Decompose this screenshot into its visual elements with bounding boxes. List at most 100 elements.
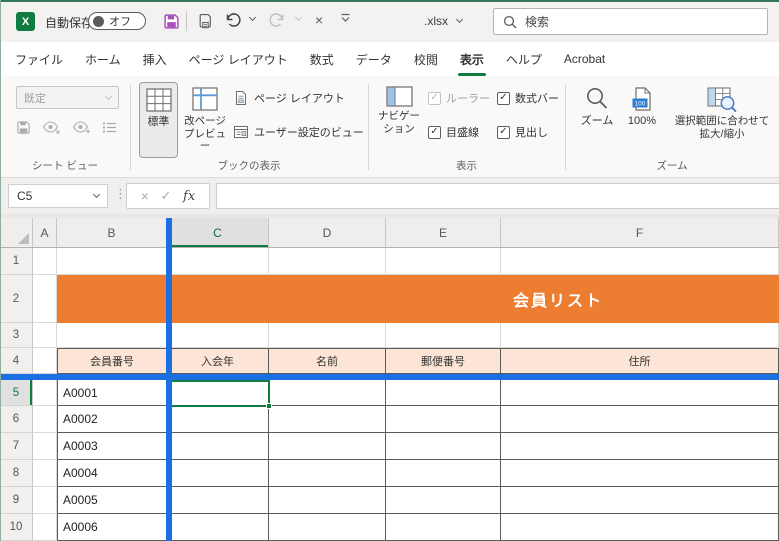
insert-function-button[interactable]: fx: [183, 189, 195, 204]
cell-b10[interactable]: A0006: [57, 514, 167, 541]
cell-f1[interactable]: [501, 248, 779, 275]
checkbox-ruler[interactable]: ✓ ルーラー: [428, 90, 490, 106]
cell-f3[interactable]: [501, 323, 779, 348]
save-button[interactable]: [160, 9, 182, 33]
cell-e3[interactable]: [386, 323, 501, 348]
cell-c6[interactable]: [167, 406, 269, 433]
cell-d9[interactable]: [269, 487, 386, 514]
navigation-button[interactable]: ナビゲー ション: [376, 82, 422, 158]
cell-d4[interactable]: 名前: [269, 348, 386, 374]
cell-d3[interactable]: [269, 323, 386, 348]
cell-c10[interactable]: [167, 514, 269, 541]
page-layout-view-button[interactable]: ページ レイアウト: [233, 90, 345, 106]
cell-b7[interactable]: A0003: [57, 433, 167, 460]
cell-a4[interactable]: [33, 348, 57, 374]
cell-f7[interactable]: [501, 433, 779, 460]
cell-c1[interactable]: [167, 248, 269, 275]
custom-views-button[interactable]: ユーザー設定のビュー: [233, 124, 364, 140]
select-all-corner[interactable]: [0, 218, 33, 247]
column-header-c[interactable]: C: [167, 218, 269, 247]
cell-a9[interactable]: [33, 487, 57, 514]
cell-b5[interactable]: A0001: [57, 380, 167, 406]
undo-button[interactable]: [224, 12, 242, 28]
cell-e8[interactable]: [386, 460, 501, 487]
cell-b8[interactable]: A0004: [57, 460, 167, 487]
cell-b4[interactable]: 会員番号: [57, 348, 167, 374]
cell-b3[interactable]: [57, 323, 167, 348]
tab-acrobat[interactable]: Acrobat: [553, 42, 616, 76]
cell-a2[interactable]: [33, 275, 57, 323]
column-header-a[interactable]: A: [33, 218, 57, 247]
fill-handle[interactable]: [266, 403, 272, 409]
sheet-view-options-icon[interactable]: [102, 121, 117, 134]
cell-f10[interactable]: [501, 514, 779, 541]
cell-d1[interactable]: [269, 248, 386, 275]
tab-home[interactable]: ホーム: [74, 42, 132, 76]
cell-b9[interactable]: A0005: [57, 487, 167, 514]
redo-dropdown-chevron[interactable]: [293, 18, 301, 20]
cell-a1[interactable]: [33, 248, 57, 275]
row-header-2[interactable]: 2: [0, 275, 33, 323]
cell-c7[interactable]: [167, 433, 269, 460]
cell-f5[interactable]: [501, 380, 779, 406]
cell-c9[interactable]: [167, 487, 269, 514]
row-header-8[interactable]: 8: [0, 460, 33, 487]
cancel-button[interactable]: ×: [315, 12, 323, 28]
cell-a3[interactable]: [33, 323, 57, 348]
checkbox-formula-bar[interactable]: ✓ 数式バー: [497, 90, 559, 106]
cell-e1[interactable]: [386, 248, 501, 275]
cell-e6[interactable]: [386, 406, 501, 433]
row-header-5[interactable]: 5: [0, 380, 33, 406]
cell-e7[interactable]: [386, 433, 501, 460]
name-box[interactable]: C5: [8, 184, 108, 208]
tab-file[interactable]: ファイル: [4, 42, 74, 76]
tab-view[interactable]: 表示: [449, 42, 495, 76]
row-header-1[interactable]: 1: [0, 248, 33, 275]
exit-sheet-view-icon[interactable]: [42, 120, 61, 135]
row-header-9[interactable]: 9: [0, 487, 33, 514]
cell-a7[interactable]: [33, 433, 57, 460]
tab-formulas[interactable]: 数式: [299, 42, 345, 76]
column-header-e[interactable]: E: [386, 218, 501, 247]
cell-e4[interactable]: 郵便番号: [386, 348, 501, 374]
new-sheet-view-icon[interactable]: [72, 120, 91, 135]
document-title[interactable]: .xlsx: [424, 14, 462, 28]
column-header-d[interactable]: D: [269, 218, 386, 247]
cell-f6[interactable]: [501, 406, 779, 433]
cell-d5[interactable]: [269, 380, 386, 406]
cell-f4[interactable]: 住所: [501, 348, 779, 374]
keep-sheet-view-icon[interactable]: [16, 120, 31, 135]
cell-a10[interactable]: [33, 514, 57, 541]
cell-b6[interactable]: A0002: [57, 406, 167, 433]
cell-f9[interactable]: [501, 487, 779, 514]
cell-a6[interactable]: [33, 406, 57, 433]
checkbox-gridlines[interactable]: ✓ 目盛線: [428, 124, 479, 140]
cell-c4[interactable]: 入会年: [167, 348, 269, 374]
undo-dropdown-chevron[interactable]: [247, 18, 255, 20]
tab-data[interactable]: データ: [345, 42, 403, 76]
cell-a8[interactable]: [33, 460, 57, 487]
sheet-view-dropdown[interactable]: 既定: [16, 86, 119, 109]
cell-e10[interactable]: [386, 514, 501, 541]
print-preview-button[interactable]: [194, 9, 216, 33]
redo-button[interactable]: [268, 12, 286, 28]
row-header-3[interactable]: 3: [0, 323, 33, 348]
column-header-b[interactable]: B: [57, 218, 167, 247]
search-box[interactable]: 検索: [493, 8, 768, 35]
tab-insert[interactable]: 挿入: [132, 42, 178, 76]
row-header-6[interactable]: 6: [0, 406, 33, 433]
quick-access-toolbar-button[interactable]: [340, 13, 351, 23]
cell-c3[interactable]: [167, 323, 269, 348]
cell-c8[interactable]: [167, 460, 269, 487]
cell-d6[interactable]: [269, 406, 386, 433]
zoom-100-button[interactable]: 100 100%: [620, 82, 664, 158]
tab-review[interactable]: 校閲: [403, 42, 449, 76]
confirm-entry-button[interactable]: ✓: [161, 188, 172, 204]
normal-view-button[interactable]: 標準: [139, 82, 178, 158]
cell-e9[interactable]: [386, 487, 501, 514]
formula-input[interactable]: [216, 183, 779, 209]
column-header-f[interactable]: F: [501, 218, 779, 247]
row-header-7[interactable]: 7: [0, 433, 33, 460]
cell-d7[interactable]: [269, 433, 386, 460]
zoom-button[interactable]: ズーム: [576, 82, 618, 158]
